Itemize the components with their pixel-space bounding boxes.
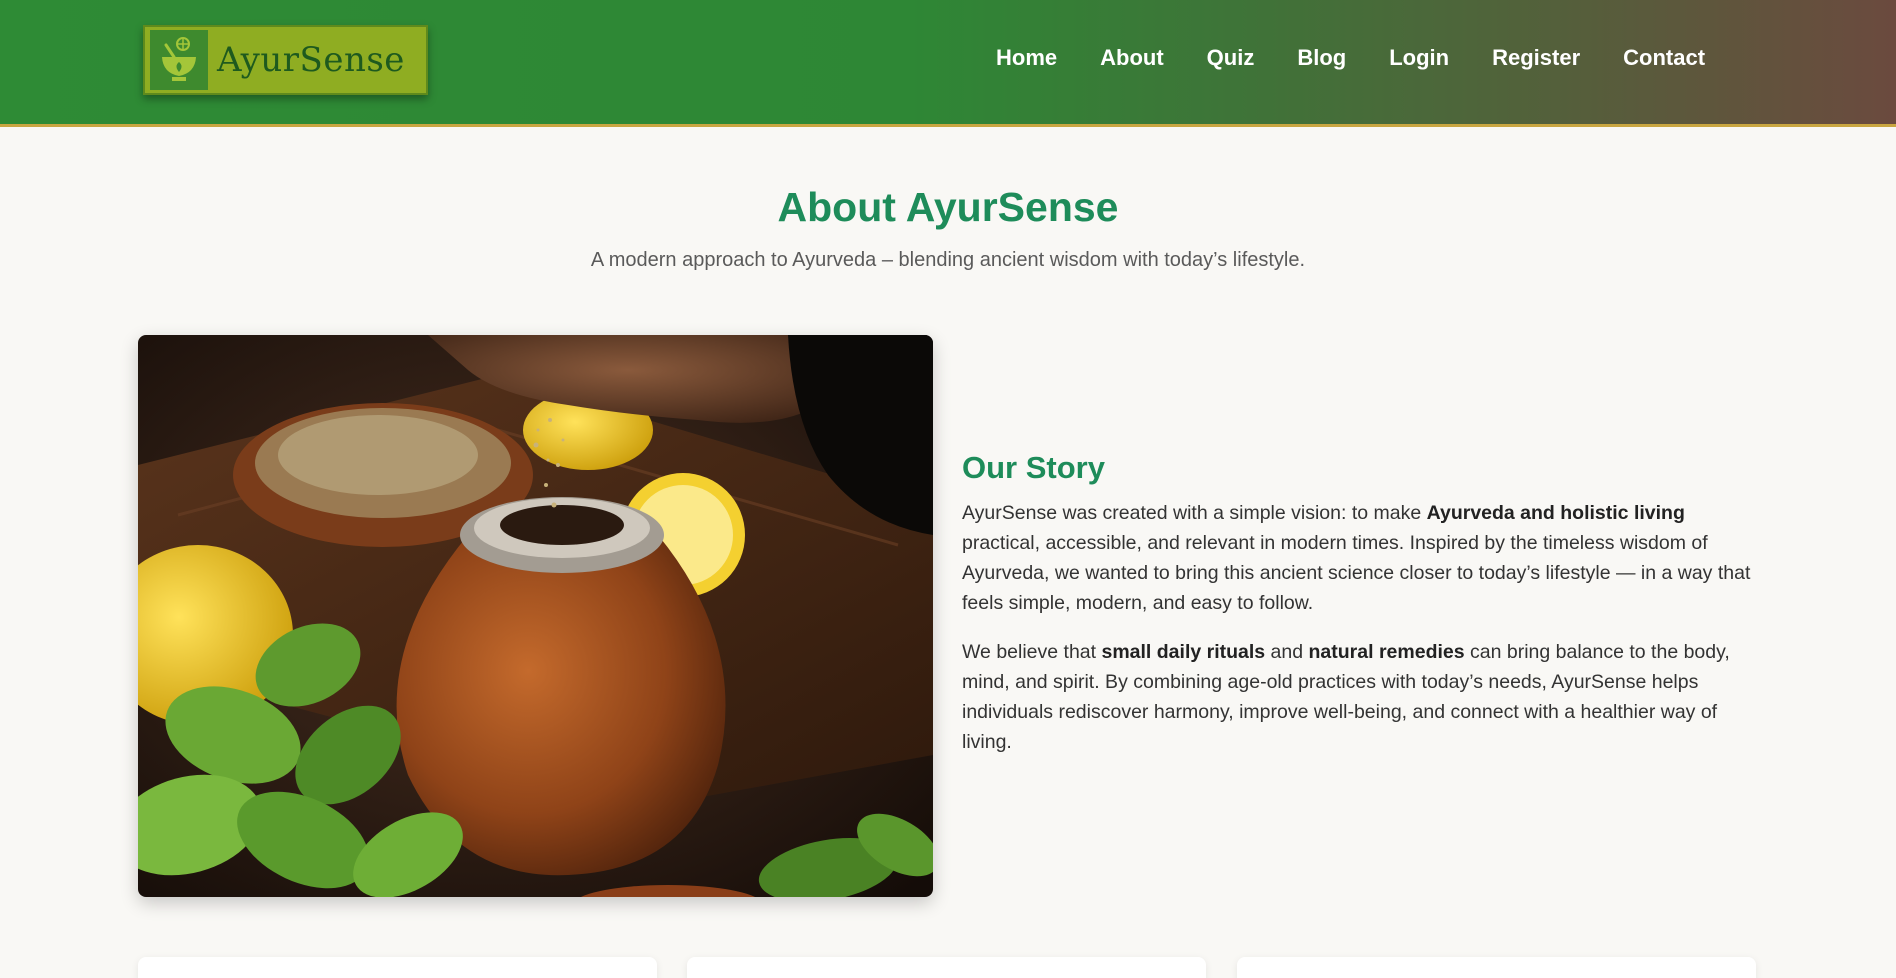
nav-quiz[interactable]: Quiz [1207,45,1255,71]
nav-contact[interactable]: Contact [1623,45,1705,71]
story-image [138,335,933,897]
feature-card [687,957,1206,978]
page-subtitle: A modern approach to Ayurveda – blending… [590,249,1306,271]
mortar-pestle-leaf-icon [150,30,208,90]
main-nav: Home About Quiz Blog Login Register Cont… [996,45,1748,71]
nav-register[interactable]: Register [1492,45,1580,71]
our-story-section: Our Story AyurSense was created with a s… [962,450,1762,776]
nav-home[interactable]: Home [996,45,1057,71]
story-heading: Our Story [962,450,1105,485]
nav-about[interactable]: About [1100,45,1164,71]
site-header: AyurSense Home About Quiz Blog Login Reg… [0,0,1896,127]
nav-login[interactable]: Login [1389,45,1449,71]
brand-name: AyurSense [217,40,405,80]
story-paragraph-2: We believe that small daily rituals and … [962,641,1730,753]
page-title: About AyurSense [777,184,1119,230]
brand-logo[interactable]: AyurSense [143,25,428,95]
nav-blog[interactable]: Blog [1297,45,1346,71]
story-paragraph-1: AyurSense was created with a simple visi… [962,502,1751,614]
feature-card [138,957,657,978]
feature-card [1237,957,1756,978]
